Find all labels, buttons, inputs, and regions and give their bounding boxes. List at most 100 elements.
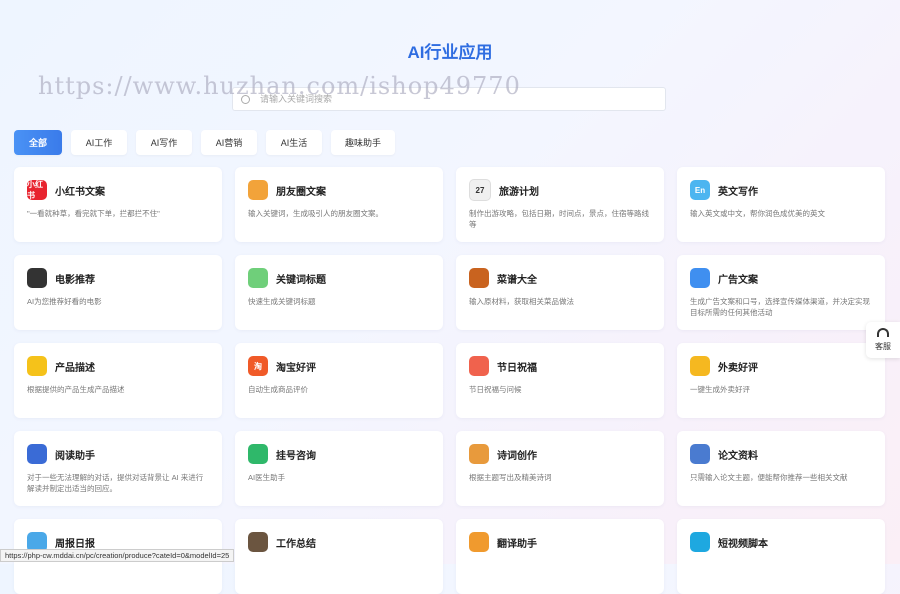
briefcase-icon xyxy=(248,532,268,552)
clapperboard-icon xyxy=(27,268,47,288)
card-title: 菜谱大全 xyxy=(497,274,537,286)
app-card[interactable]: 外卖好评一键生成外卖好评 xyxy=(677,343,885,418)
card-header: 27 旅游计划 xyxy=(469,179,652,201)
card-description: "一看就种草，看完就下单，拦都拦不住" xyxy=(27,209,160,218)
card-title: 广告文案 xyxy=(718,274,758,286)
card-header: 菜谱大全 xyxy=(469,267,652,289)
taobao-icon: 淘 xyxy=(248,356,268,376)
open-book-icon xyxy=(469,444,489,464)
card-description: AI医生助手 xyxy=(248,473,286,482)
tab-ai-writing[interactable]: AI写作 xyxy=(136,130,192,155)
app-card[interactable]: En 英文写作输入英文或中文，帮你润色成优美的英文 xyxy=(677,167,885,242)
card-description: AI为您推荐好看的电影 xyxy=(27,297,102,306)
card-header: 挂号咨询 xyxy=(248,443,431,465)
card-title: 朋友圈文案 xyxy=(276,186,326,198)
card-description: 制作出游攻略，包括日期，时间点，景点，住宿等路线等 xyxy=(469,209,649,229)
card-header: 阅读助手 xyxy=(27,443,210,465)
app-card[interactable]: 朋友圈文案输入关键词，生成吸引人的朋友圈文案。 xyxy=(235,167,443,242)
en-icon: En xyxy=(690,180,710,200)
card-title: 淘宝好评 xyxy=(276,362,316,374)
app-card[interactable]: 工作总结 xyxy=(235,519,443,594)
card-title: 周报日报 xyxy=(55,538,95,550)
card-title: 阅读助手 xyxy=(55,450,95,462)
app-card[interactable]: 阅读助手对于一些无法理解的对话，提供对话背景让 AI 来进行解读并制定出适当的回… xyxy=(14,431,222,506)
app-card[interactable]: 翻译助手 xyxy=(456,519,664,594)
card-description: 节日祝福与问候 xyxy=(469,385,522,394)
card-header: 节日祝福 xyxy=(469,355,652,377)
calendar-icon: 27 xyxy=(469,179,491,201)
customer-service-button[interactable]: 客服 xyxy=(866,322,900,358)
card-description: 输入原材料，获取相关菜品做法 xyxy=(469,297,574,306)
app-card[interactable]: 短视频脚本 xyxy=(677,519,885,594)
search-input[interactable] xyxy=(258,93,665,105)
page-title: AI行业应用 xyxy=(407,43,493,62)
app-card[interactable]: 节日祝福节日祝福与问候 xyxy=(456,343,664,418)
app-card[interactable]: 菜谱大全输入原材料，获取相关菜品做法 xyxy=(456,255,664,330)
tab-ai-life[interactable]: AI生活 xyxy=(266,130,322,155)
card-title: 小红书文案 xyxy=(55,186,105,198)
card-title: 英文写作 xyxy=(718,186,758,198)
card-header: 电影推荐 xyxy=(27,267,210,289)
card-title: 电影推荐 xyxy=(55,274,95,286)
card-description: 对于一些无法理解的对话，提供对话背景让 AI 来进行解读并制定出适当的回应。 xyxy=(27,473,204,493)
search-icon xyxy=(241,94,250,104)
video-clapper-icon xyxy=(690,532,710,552)
tab-ai-marketing[interactable]: AI营销 xyxy=(201,130,257,155)
card-title: 旅游计划 xyxy=(499,186,539,198)
card-title: 关键词标题 xyxy=(276,274,326,286)
card-header: 淘淘宝好评 xyxy=(248,355,431,377)
card-description: 根据提供的产品生成产品描述 xyxy=(27,385,125,394)
app-card[interactable]: 电影推荐 AI为您推荐好看的电影 xyxy=(14,255,222,330)
translate-icon xyxy=(469,532,489,552)
app-card[interactable]: 27 旅游计划制作出游攻略，包括日期，时间点，景点，住宿等路线等 xyxy=(456,167,664,242)
xiaohongshu-icon: 小红书 xyxy=(27,180,47,200)
card-header: 关键词标题 xyxy=(248,267,431,289)
card-description: 输入英文或中文，帮你润色成优美的英文 xyxy=(690,209,825,218)
card-description: 快速生成关键词标题 xyxy=(248,297,316,306)
card-header: En 英文写作 xyxy=(690,179,873,201)
app-card[interactable]: 小红书 小红书文案 "一看就种草，看完就下单，拦都拦不住" xyxy=(14,167,222,242)
card-title: 短视频脚本 xyxy=(718,538,768,550)
card-title: 诗词创作 xyxy=(497,450,537,462)
tab-fun-assistant[interactable]: 趣味助手 xyxy=(331,130,395,155)
card-header: 翻译助手 xyxy=(469,531,652,553)
card-description: 输入关键词，生成吸引人的朋友圈文案。 xyxy=(248,209,383,218)
takeout-icon xyxy=(690,356,710,376)
card-description: 自动生成商品评价 xyxy=(248,385,308,394)
category-tabs: 全部 AI工作 AI写作 AI营销 AI生活 趣味助手 xyxy=(14,130,395,155)
shopping-bag-icon xyxy=(27,356,47,376)
hospital-icon xyxy=(248,444,268,464)
card-description: 生成广告文案和口号，选择宣传媒体渠道，并决定实现目标所需的任何其他活动 xyxy=(690,297,870,317)
card-header: 广告文案 xyxy=(690,267,873,289)
app-card[interactable]: 淘淘宝好评自动生成商品评价 xyxy=(235,343,443,418)
status-bar-url: https://php-cw.mddai.cn/pc/creation/prod… xyxy=(0,549,235,562)
books-icon xyxy=(27,444,47,464)
app-card[interactable]: 产品描述根据提供的产品生成产品描述 xyxy=(14,343,222,418)
dish-icon xyxy=(469,268,489,288)
card-header: 短视频脚本 xyxy=(690,531,873,553)
card-header: 工作总结 xyxy=(248,531,431,553)
tab-all[interactable]: 全部 xyxy=(14,130,62,155)
card-description: 只需输入论文主题，便能帮你推荐一些相关文献 xyxy=(690,473,848,482)
app-card[interactable]: 关键词标题快速生成关键词标题 xyxy=(235,255,443,330)
app-card[interactable]: 广告文案生成广告文案和口号，选择宣传媒体渠道，并决定实现目标所需的任何其他活动 xyxy=(677,255,885,330)
card-title: 产品描述 xyxy=(55,362,95,374)
card-title: 挂号咨询 xyxy=(276,450,316,462)
card-description: 一键生成外卖好评 xyxy=(690,385,750,394)
card-header: 论文资料 xyxy=(690,443,873,465)
app-card[interactable]: 论文资料只需输入论文主题，便能帮你推荐一些相关文献 xyxy=(677,431,885,506)
keyword-search-icon xyxy=(248,268,268,288)
color-wheel-icon xyxy=(248,180,268,200)
binders-icon xyxy=(690,444,710,464)
tab-ai-work[interactable]: AI工作 xyxy=(71,130,127,155)
card-title: 节日祝福 xyxy=(497,362,537,374)
card-header: 外卖好评 xyxy=(690,355,873,377)
card-header: 小红书 小红书文案 xyxy=(27,179,210,201)
app-card-grid: 小红书 小红书文案 "一看就种草，看完就下单，拦都拦不住" 朋友圈文案输入关键词，生成… xyxy=(14,167,885,594)
app-card[interactable]: 诗词创作根据主题写出及精美诗词 xyxy=(456,431,664,506)
customer-service-label: 客服 xyxy=(875,342,891,351)
app-card[interactable]: 挂号咨询 AI医生助手 xyxy=(235,431,443,506)
card-title: 外卖好评 xyxy=(718,362,758,374)
card-description: 根据主题写出及精美诗词 xyxy=(469,473,552,482)
search-box[interactable] xyxy=(232,87,666,111)
